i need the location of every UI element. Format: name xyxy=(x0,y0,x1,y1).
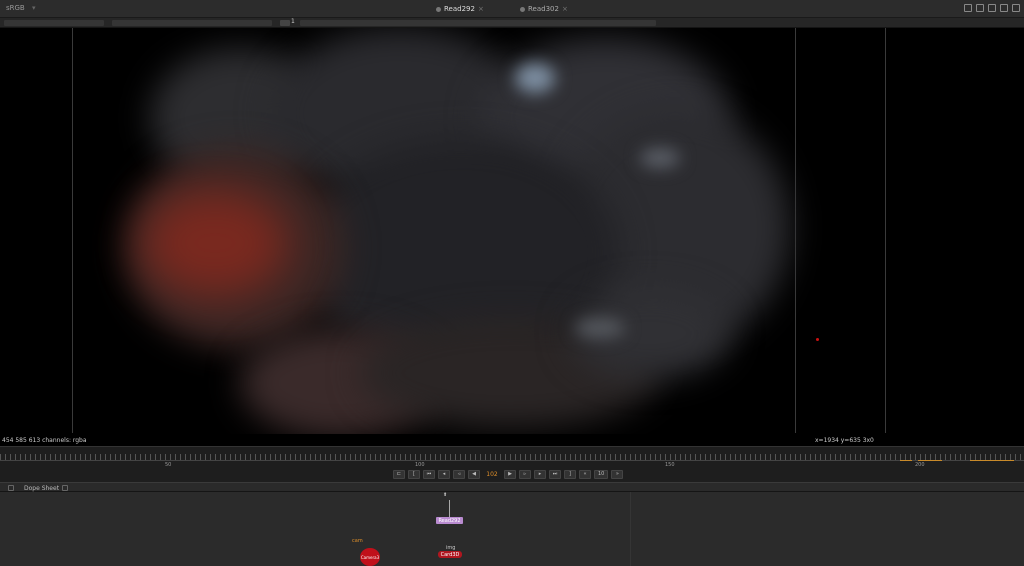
pixel-info: x=1934 y=635 3x0 xyxy=(815,437,874,444)
viewer-options-bar: 1 xyxy=(0,18,1024,28)
tab-read302[interactable]: Read302 × xyxy=(520,2,568,16)
node-edge xyxy=(449,500,450,518)
tab-dope-sheet[interactable]: Dope Sheet xyxy=(24,485,59,492)
current-frame-field[interactable]: 102 xyxy=(483,470,501,479)
close-icon[interactable] xyxy=(62,485,68,491)
play-backward-icon[interactable]: ◀ xyxy=(468,469,480,479)
timeline-tick: 150 xyxy=(665,462,675,468)
node-camera[interactable]: Camera3 xyxy=(360,548,380,566)
save-icon[interactable] xyxy=(988,4,996,12)
gamma-slider[interactable] xyxy=(112,20,272,26)
viewer-canvas[interactable] xyxy=(0,28,1024,446)
format-guide-right xyxy=(795,28,796,433)
safe-guide-right xyxy=(885,28,886,433)
last-frame-icon[interactable]: ⏭ xyxy=(549,469,561,479)
out-point-icon[interactable]: ] xyxy=(564,469,576,479)
close-icon[interactable]: × xyxy=(562,5,568,13)
tab-read292[interactable]: Read292 × xyxy=(436,2,484,16)
in-point-icon[interactable]: [ xyxy=(408,469,420,479)
viewer-status-bar: 454 585 613 channels: rgba x=1934 y=635 … xyxy=(0,434,1024,446)
input-label: cam xyxy=(352,538,363,544)
keyframe-marker[interactable] xyxy=(918,456,942,461)
keyframe-marker[interactable] xyxy=(970,456,1014,461)
tab-label: Read292 xyxy=(444,5,475,13)
red-pixel-marker xyxy=(816,338,819,341)
prev-key-icon[interactable]: ◂ xyxy=(438,469,450,479)
timeline[interactable]: 50 100 150 200 ⊏ [ ⏮ ◂ ◃ ◀ 102 ▶ ▹ ▸ ⏭ ]… xyxy=(0,446,1024,482)
timeline-tick: 50 xyxy=(165,462,172,468)
panel-menu-icon[interactable] xyxy=(8,485,14,491)
roi-field[interactable] xyxy=(300,20,656,26)
node-read292[interactable]: Read292 xyxy=(436,517,463,524)
window-controls xyxy=(964,4,1020,12)
viewer-top-bar: sRGB ▾ Read292 × Read302 × xyxy=(0,0,1024,18)
float-panel-icon[interactable] xyxy=(964,4,972,12)
frame-value: 1 xyxy=(291,18,295,25)
skip-forward-icon[interactable]: » xyxy=(611,469,624,479)
step-back-icon[interactable]: ◃ xyxy=(453,469,465,479)
arrow-up-icon: ⬆ xyxy=(443,492,448,498)
node-dot-icon xyxy=(520,6,525,12)
playback-controls: ⊏ [ ⏮ ◂ ◃ ◀ 102 ▶ ▹ ▸ ⏭ ] « 10 » xyxy=(393,469,624,479)
fullscreen-icon[interactable] xyxy=(1000,4,1008,12)
next-key-icon[interactable]: ▸ xyxy=(534,469,546,479)
timeline-tick: 100 xyxy=(415,462,425,468)
keyframe-marker[interactable] xyxy=(900,456,912,461)
first-frame-icon[interactable]: ⏮ xyxy=(423,469,435,479)
split-panel-icon[interactable] xyxy=(976,4,984,12)
fps-icon[interactable]: ⊏ xyxy=(393,469,405,479)
node-label: Read292 xyxy=(438,517,461,524)
play-forward-icon[interactable]: ▶ xyxy=(504,469,516,479)
gain-slider[interactable] xyxy=(4,20,104,26)
close-icon[interactable]: × xyxy=(478,5,484,13)
node-label: Camera3 xyxy=(360,554,380,560)
node-dot-icon xyxy=(436,6,441,12)
step-forward-icon[interactable]: ▹ xyxy=(519,469,531,479)
close-panel-icon[interactable] xyxy=(1012,4,1020,12)
increment-field[interactable]: 10 xyxy=(594,469,609,479)
timeline-tick: 200 xyxy=(915,462,925,468)
frame-input[interactable] xyxy=(280,20,290,26)
format-guide-left xyxy=(72,28,73,433)
bbox-info: 454 585 613 channels: rgba xyxy=(2,437,87,444)
skip-back-icon[interactable]: « xyxy=(579,469,591,479)
channel-menu[interactable]: sRGB xyxy=(6,4,25,12)
node-card3d[interactable]: Card3D xyxy=(438,551,462,558)
tab-label: Read302 xyxy=(528,5,559,13)
panel-tab-bar: Dope Sheet xyxy=(0,482,1024,492)
node-label: Card3D xyxy=(440,551,460,558)
node-graph[interactable]: ⬆ Read292 img Card3D cam Camera3 xyxy=(0,492,1024,566)
chevron-down-icon[interactable]: ▾ xyxy=(32,4,36,12)
